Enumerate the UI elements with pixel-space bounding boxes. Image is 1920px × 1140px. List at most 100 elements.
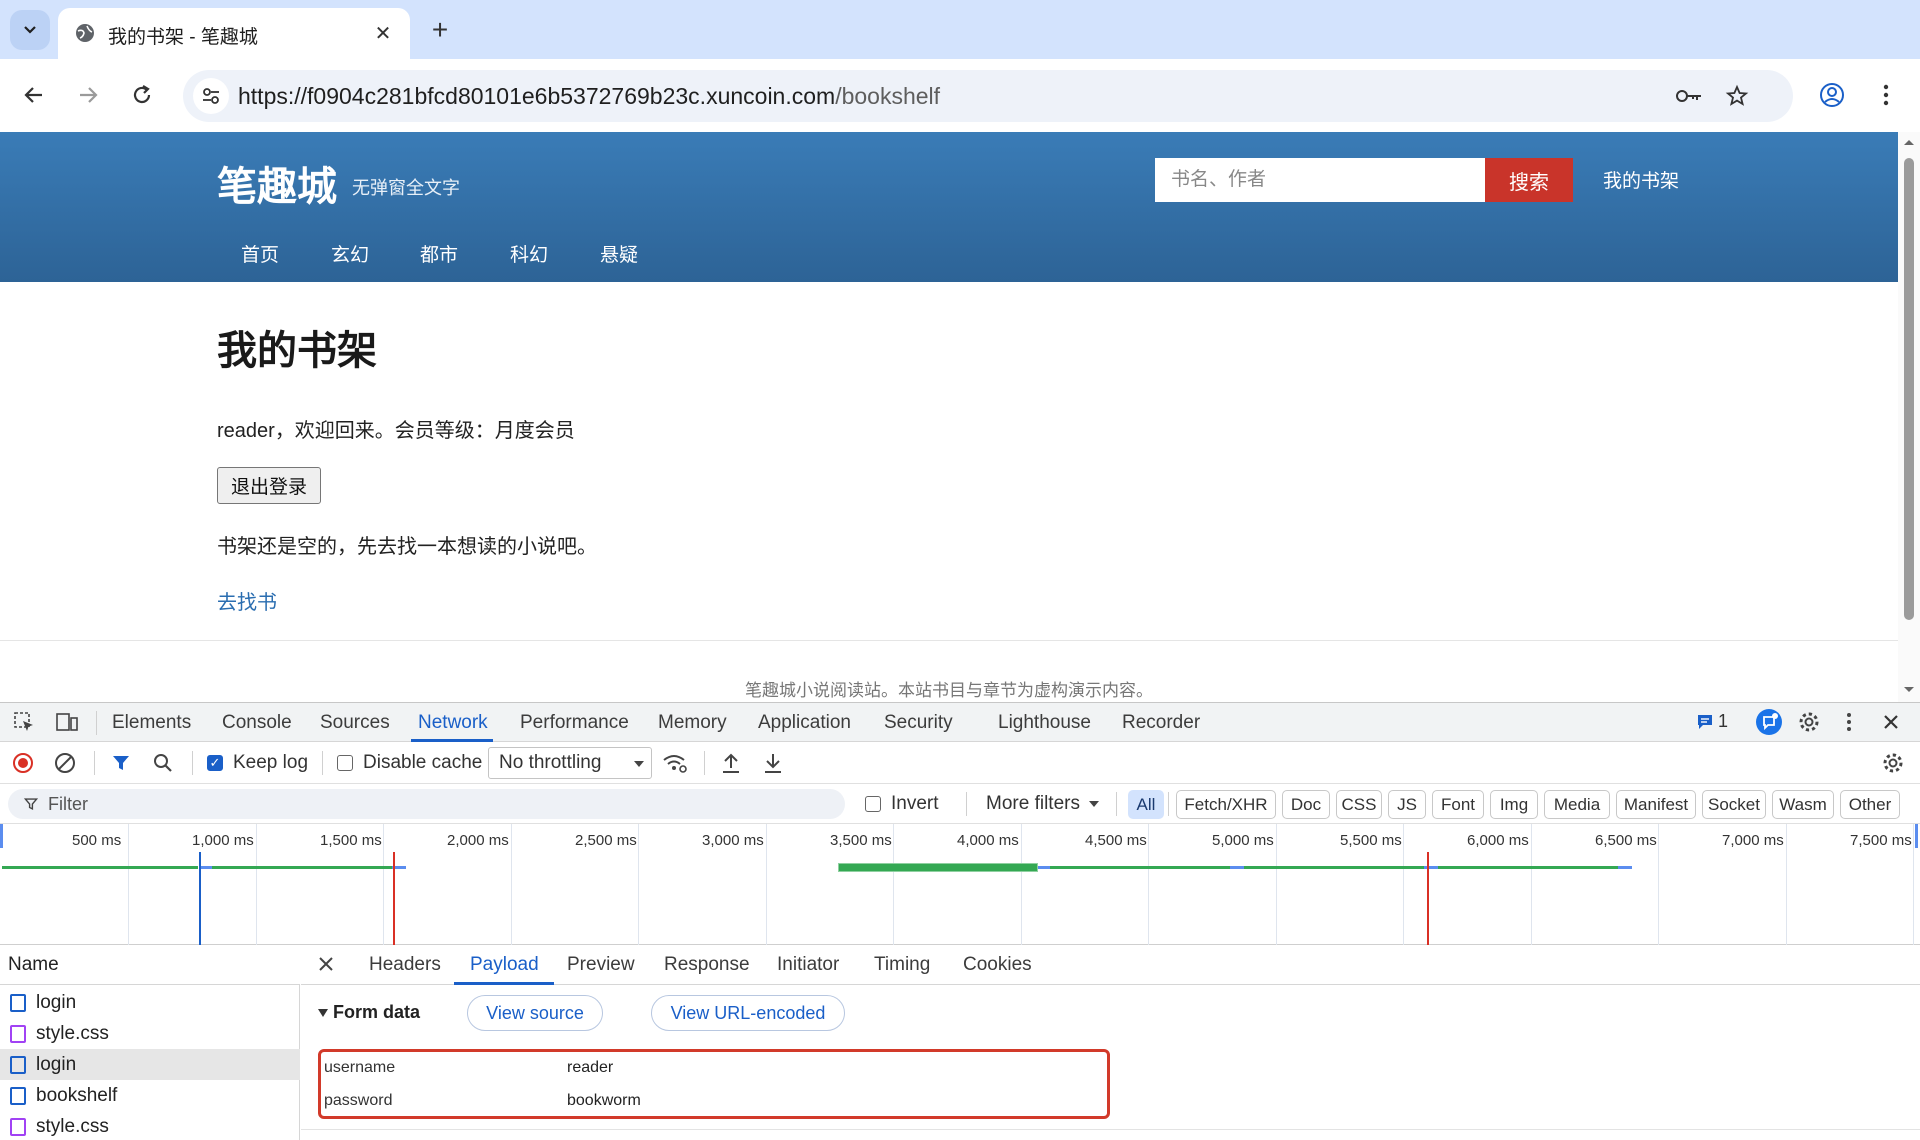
bookmark-button[interactable] xyxy=(1717,76,1757,116)
detail-tab-preview[interactable]: Preview xyxy=(567,954,635,976)
form-data-toggle[interactable]: Form data xyxy=(317,1002,420,1023)
devtools-tab-console[interactable]: Console xyxy=(222,712,292,734)
type-filter-img[interactable]: Img xyxy=(1490,790,1538,819)
name-column-header[interactable]: Name xyxy=(0,945,300,985)
clear-log-button[interactable] xyxy=(50,748,80,778)
type-filter-fetch-xhr[interactable]: Fetch/XHR xyxy=(1176,790,1276,819)
overview-left-handle[interactable] xyxy=(0,824,3,848)
type-filter-all[interactable]: All xyxy=(1128,790,1164,819)
url-text[interactable]: https://f0904c281bfcd80101e6b5372769b23c… xyxy=(238,83,940,110)
type-filter-wasm[interactable]: Wasm xyxy=(1772,790,1834,819)
keep-log-checkbox[interactable]: ✓ xyxy=(207,755,223,771)
close-detail-button[interactable] xyxy=(317,955,337,975)
issues-counter[interactable]: 1 xyxy=(1696,711,1728,732)
devtools-tab-performance[interactable]: Performance xyxy=(520,712,629,734)
nav-dushi[interactable]: 都市 xyxy=(420,240,458,267)
reload-button[interactable] xyxy=(122,75,162,115)
book-search-input[interactable] xyxy=(1155,158,1485,202)
devtools-tab-sources[interactable]: Sources xyxy=(320,712,390,734)
detail-tab-cookies[interactable]: Cookies xyxy=(963,954,1032,976)
nav-kehuan[interactable]: 科幻 xyxy=(510,240,548,267)
search-requests-button[interactable] xyxy=(148,748,178,778)
type-filter-other[interactable]: Other xyxy=(1840,790,1900,819)
nav-xuanhuan[interactable]: 玄幻 xyxy=(331,240,369,267)
overview-right-handle[interactable] xyxy=(1915,824,1918,848)
address-bar[interactable]: https://f0904c281bfcd80101e6b5372769b23c… xyxy=(183,70,1793,122)
type-filter-js[interactable]: JS xyxy=(1388,790,1426,819)
my-bookshelf-link[interactable]: 我的书架 xyxy=(1603,166,1679,193)
network-overview-timeline[interactable]: 500 ms 1,000 ms 1,500 ms 2,000 ms 2,500 … xyxy=(0,824,1920,945)
disable-cache-checkbox[interactable] xyxy=(337,755,353,771)
separator xyxy=(96,711,97,735)
password-key-button[interactable] xyxy=(1669,76,1709,116)
inspect-icon xyxy=(14,712,33,731)
request-row[interactable]: bookshelf xyxy=(0,1080,300,1111)
detail-tab-timing[interactable]: Timing xyxy=(874,954,930,976)
tick-label: 2,500 ms xyxy=(575,832,637,849)
globe-icon xyxy=(76,24,94,42)
browser-menu-button[interactable] xyxy=(1866,75,1906,115)
detail-tab-response[interactable]: Response xyxy=(664,954,750,976)
forward-button[interactable] xyxy=(68,75,108,115)
detail-tab-headers[interactable]: Headers xyxy=(369,954,441,976)
type-filter-font[interactable]: Font xyxy=(1432,790,1484,819)
import-har-button[interactable] xyxy=(716,748,746,778)
devtools-tab-application[interactable]: Application xyxy=(758,712,851,734)
view-url-encoded-button[interactable]: View URL-encoded xyxy=(651,995,845,1031)
network-settings-button[interactable] xyxy=(1878,748,1908,778)
nav-xuanyi[interactable]: 悬疑 xyxy=(600,240,638,267)
page-scrollbar[interactable] xyxy=(1898,132,1920,702)
site-info-button[interactable] xyxy=(193,78,229,114)
export-har-button[interactable] xyxy=(758,748,788,778)
type-filter-doc[interactable]: Doc xyxy=(1282,790,1330,819)
devtools-tab-recorder[interactable]: Recorder xyxy=(1122,712,1200,734)
type-filter-manifest[interactable]: Manifest xyxy=(1616,790,1696,819)
request-row[interactable]: login xyxy=(0,987,300,1018)
detail-tab-payload[interactable]: Payload xyxy=(470,954,539,976)
devtools-menu-button[interactable] xyxy=(1834,707,1864,737)
search-button[interactable]: 搜索 xyxy=(1485,158,1573,202)
tab-search-button[interactable] xyxy=(10,10,50,50)
profile-button[interactable] xyxy=(1812,75,1852,115)
nav-home[interactable]: 首页 xyxy=(241,240,279,267)
scroll-up-icon[interactable] xyxy=(1903,138,1915,146)
device-toolbar-button[interactable] xyxy=(52,707,82,737)
type-filter-socket[interactable]: Socket xyxy=(1702,790,1766,819)
scroll-thumb[interactable] xyxy=(1904,158,1914,620)
back-button[interactable] xyxy=(14,75,54,115)
tab-close-icon[interactable]: ✕ xyxy=(370,20,396,46)
new-tab-button[interactable]: + xyxy=(422,12,458,48)
reload-icon xyxy=(133,85,151,104)
devtools-close-button[interactable] xyxy=(1876,707,1906,737)
devtools-tab-network[interactable]: Network xyxy=(418,712,488,734)
form-data-title: Form data xyxy=(333,1002,421,1022)
footer-text: 笔趣城小说阅读站。本站书目与章节为虚构演示内容。 xyxy=(745,681,1153,700)
request-row-selected[interactable]: login xyxy=(0,1049,300,1080)
inspect-element-button[interactable] xyxy=(9,707,39,737)
site-logo[interactable]: 笔趣城 xyxy=(217,154,337,212)
type-filter-media[interactable]: Media xyxy=(1544,790,1610,819)
request-row[interactable]: style.css xyxy=(0,1111,300,1140)
request-row[interactable]: style.css xyxy=(0,1018,300,1049)
ai-assistance-button[interactable] xyxy=(1754,707,1784,737)
record-button[interactable] xyxy=(8,748,38,778)
filter-toggle-button[interactable] xyxy=(106,748,136,778)
detail-tab-initiator[interactable]: Initiator xyxy=(777,954,839,976)
devtools-tab-elements[interactable]: Elements xyxy=(112,712,191,734)
browser-tab-active[interactable]: 我的书架 - 笔趣城 ✕ xyxy=(58,8,410,59)
network-conditions-button[interactable] xyxy=(660,748,690,778)
view-source-button[interactable]: View source xyxy=(467,995,603,1031)
devtools-tab-lighthouse[interactable]: Lighthouse xyxy=(998,712,1091,734)
filter-input[interactable]: Filter xyxy=(8,789,845,819)
type-filter-css[interactable]: CSS xyxy=(1336,790,1382,819)
devtools-settings-button[interactable] xyxy=(1794,707,1824,737)
devtools-tab-security[interactable]: Security xyxy=(884,712,953,734)
devtools-tab-memory[interactable]: Memory xyxy=(658,712,727,734)
throttling-select[interactable]: No throttling xyxy=(488,747,652,779)
find-books-link[interactable]: 去找书 xyxy=(217,586,277,615)
more-filters-dropdown[interactable]: More filters xyxy=(986,793,1100,815)
invert-checkbox[interactable] xyxy=(865,796,881,812)
logout-button[interactable]: 退出登录 xyxy=(217,467,321,504)
active-detail-tab-indicator xyxy=(454,982,554,985)
scroll-down-icon[interactable] xyxy=(1903,686,1915,694)
